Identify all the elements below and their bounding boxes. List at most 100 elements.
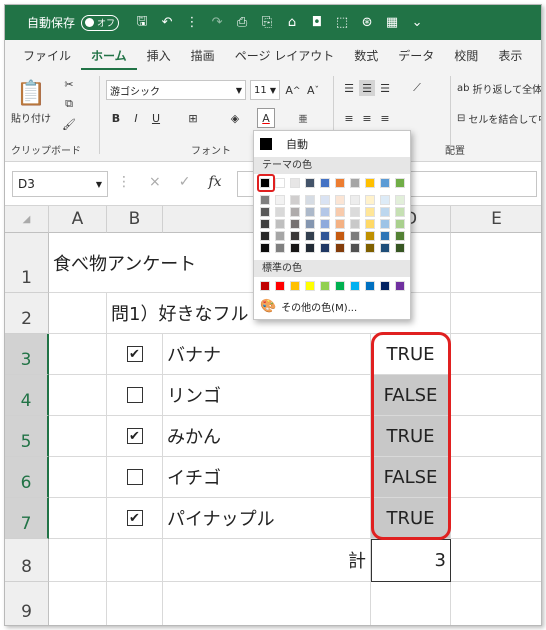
standard-color-swatch[interactable]	[260, 281, 270, 291]
cell-d3[interactable]: TRUE	[371, 334, 451, 375]
format-painter-icon[interactable]: ⌂	[281, 13, 303, 33]
theme-shade-swatch[interactable]	[350, 243, 360, 253]
cell-e5[interactable]	[451, 416, 541, 457]
cell-d9[interactable]	[371, 582, 451, 625]
cell-a8[interactable]	[49, 539, 107, 582]
align-center-icon[interactable]: ≡	[359, 110, 375, 126]
tab-view[interactable]: 表示	[488, 44, 532, 70]
ruby-icon[interactable]: ⊛	[356, 13, 378, 33]
standard-color-swatch[interactable]	[365, 281, 375, 291]
enter-icon[interactable]: ✓	[179, 174, 191, 190]
borders-button[interactable]: ⊞	[185, 110, 201, 126]
checkbox-pineapple[interactable]: ✔	[126, 510, 143, 526]
theme-color-swatch[interactable]	[275, 178, 285, 188]
standard-color-swatch[interactable]	[305, 281, 315, 291]
checkbox-mikan[interactable]: ✔	[126, 428, 143, 444]
row-header-8[interactable]: 8	[5, 539, 49, 582]
column-header-a[interactable]: A	[49, 206, 107, 233]
cell-e7[interactable]	[451, 498, 541, 539]
theme-shade-swatch[interactable]	[365, 195, 375, 205]
automatic-color-option[interactable]: 自動	[260, 136, 308, 152]
theme-shade-swatch[interactable]	[395, 231, 405, 241]
cell-a3[interactable]	[49, 334, 107, 375]
theme-shade-swatch[interactable]	[395, 243, 405, 253]
tab-file[interactable]: ファイル	[13, 44, 81, 70]
cell-c7[interactable]: パイナップル	[163, 498, 371, 539]
cell-a5[interactable]	[49, 416, 107, 457]
theme-shade-swatch[interactable]	[290, 207, 300, 217]
align-left-icon[interactable]: ≡	[341, 110, 357, 126]
cell-c5[interactable]: みかん	[163, 416, 371, 457]
row-header-6[interactable]: 6	[5, 457, 49, 498]
cell-d7[interactable]: TRUE	[371, 498, 451, 539]
italic-button[interactable]: I	[129, 110, 143, 126]
row-header-1[interactable]: 1	[5, 233, 49, 293]
standard-color-swatch[interactable]	[335, 281, 345, 291]
standard-color-swatch[interactable]	[290, 281, 300, 291]
bold-button[interactable]: B	[109, 110, 123, 126]
theme-shade-swatch[interactable]	[320, 195, 330, 205]
row-header-7[interactable]: 7	[5, 498, 49, 539]
undo-icon[interactable]: ↶	[156, 13, 178, 33]
font-color-button[interactable]: A	[257, 108, 275, 128]
fill-color-button[interactable]: ◈	[227, 110, 243, 126]
tab-review[interactable]: 校閲	[444, 44, 488, 70]
theme-shade-swatch[interactable]	[305, 231, 315, 241]
cell-c8-total-label[interactable]: 計	[163, 539, 371, 582]
print-preview-icon[interactable]: ⎙	[231, 13, 253, 33]
theme-color-swatch[interactable]	[290, 178, 300, 188]
font-name-select[interactable]: 游ゴシック ▼	[106, 80, 246, 100]
theme-shade-swatch[interactable]	[335, 207, 345, 217]
cell-e3[interactable]	[451, 334, 541, 375]
theme-shade-swatch[interactable]	[350, 219, 360, 229]
cell-e4[interactable]	[451, 375, 541, 416]
save-icon[interactable]: 🖫	[131, 13, 153, 33]
theme-shade-swatch[interactable]	[395, 195, 405, 205]
cell-b9[interactable]	[107, 582, 163, 625]
theme-shade-swatch[interactable]	[260, 243, 270, 253]
theme-shade-swatch[interactable]	[260, 195, 270, 205]
cell-b8[interactable]	[107, 539, 163, 582]
cell-a9[interactable]	[49, 582, 107, 625]
tab-developer[interactable]: 開発	[532, 44, 541, 70]
theme-shade-swatch[interactable]	[275, 207, 285, 217]
theme-color-swatch[interactable]	[320, 178, 330, 188]
standard-color-swatch[interactable]	[350, 281, 360, 291]
camera-icon[interactable]: ◘	[306, 13, 328, 33]
theme-shade-swatch[interactable]	[260, 231, 270, 241]
tab-data[interactable]: データ	[388, 44, 444, 70]
cell-c9[interactable]	[163, 582, 371, 625]
theme-shade-swatch[interactable]	[380, 243, 390, 253]
cell-c3[interactable]: バナナ	[163, 334, 371, 375]
cell-a2[interactable]	[49, 293, 107, 334]
standard-color-swatch[interactable]	[395, 281, 405, 291]
theme-shade-swatch[interactable]	[290, 231, 300, 241]
theme-shade-swatch[interactable]	[380, 231, 390, 241]
row-header-2[interactable]: 2	[5, 293, 49, 334]
insert-function-icon[interactable]: fx	[208, 174, 221, 190]
paste-button[interactable]: 貼り付け	[11, 110, 51, 125]
autosave-toggle[interactable]: オフ	[81, 14, 120, 31]
customize-icon[interactable]: ⌄	[406, 13, 428, 33]
copy-icon[interactable]: ⧉	[61, 96, 77, 112]
select-icon[interactable]: ⬚	[331, 13, 353, 33]
merge-center-button[interactable]: ⊟ セルを結合して中	[457, 110, 541, 126]
theme-shade-swatch[interactable]	[260, 207, 270, 217]
row-header-3[interactable]: 3	[5, 334, 49, 375]
row-header-9[interactable]: 9	[5, 582, 49, 625]
align-middle-icon[interactable]: ☰	[359, 80, 375, 96]
theme-shade-swatch[interactable]	[335, 219, 345, 229]
theme-shade-swatch[interactable]	[305, 243, 315, 253]
tab-home[interactable]: ホーム	[81, 44, 137, 70]
theme-shade-swatch[interactable]	[275, 219, 285, 229]
theme-color-swatch[interactable]	[365, 178, 375, 188]
theme-shade-swatch[interactable]	[380, 219, 390, 229]
theme-shade-swatch[interactable]	[320, 207, 330, 217]
tab-draw[interactable]: 描画	[181, 44, 225, 70]
decrease-font-icon[interactable]: Aˇ	[305, 82, 321, 98]
theme-shade-swatch[interactable]	[320, 231, 330, 241]
cell-e6[interactable]	[451, 457, 541, 498]
orientation-icon[interactable]: ⟋	[409, 80, 425, 96]
align-right-icon[interactable]: ≡	[377, 110, 393, 126]
theme-shade-swatch[interactable]	[335, 195, 345, 205]
